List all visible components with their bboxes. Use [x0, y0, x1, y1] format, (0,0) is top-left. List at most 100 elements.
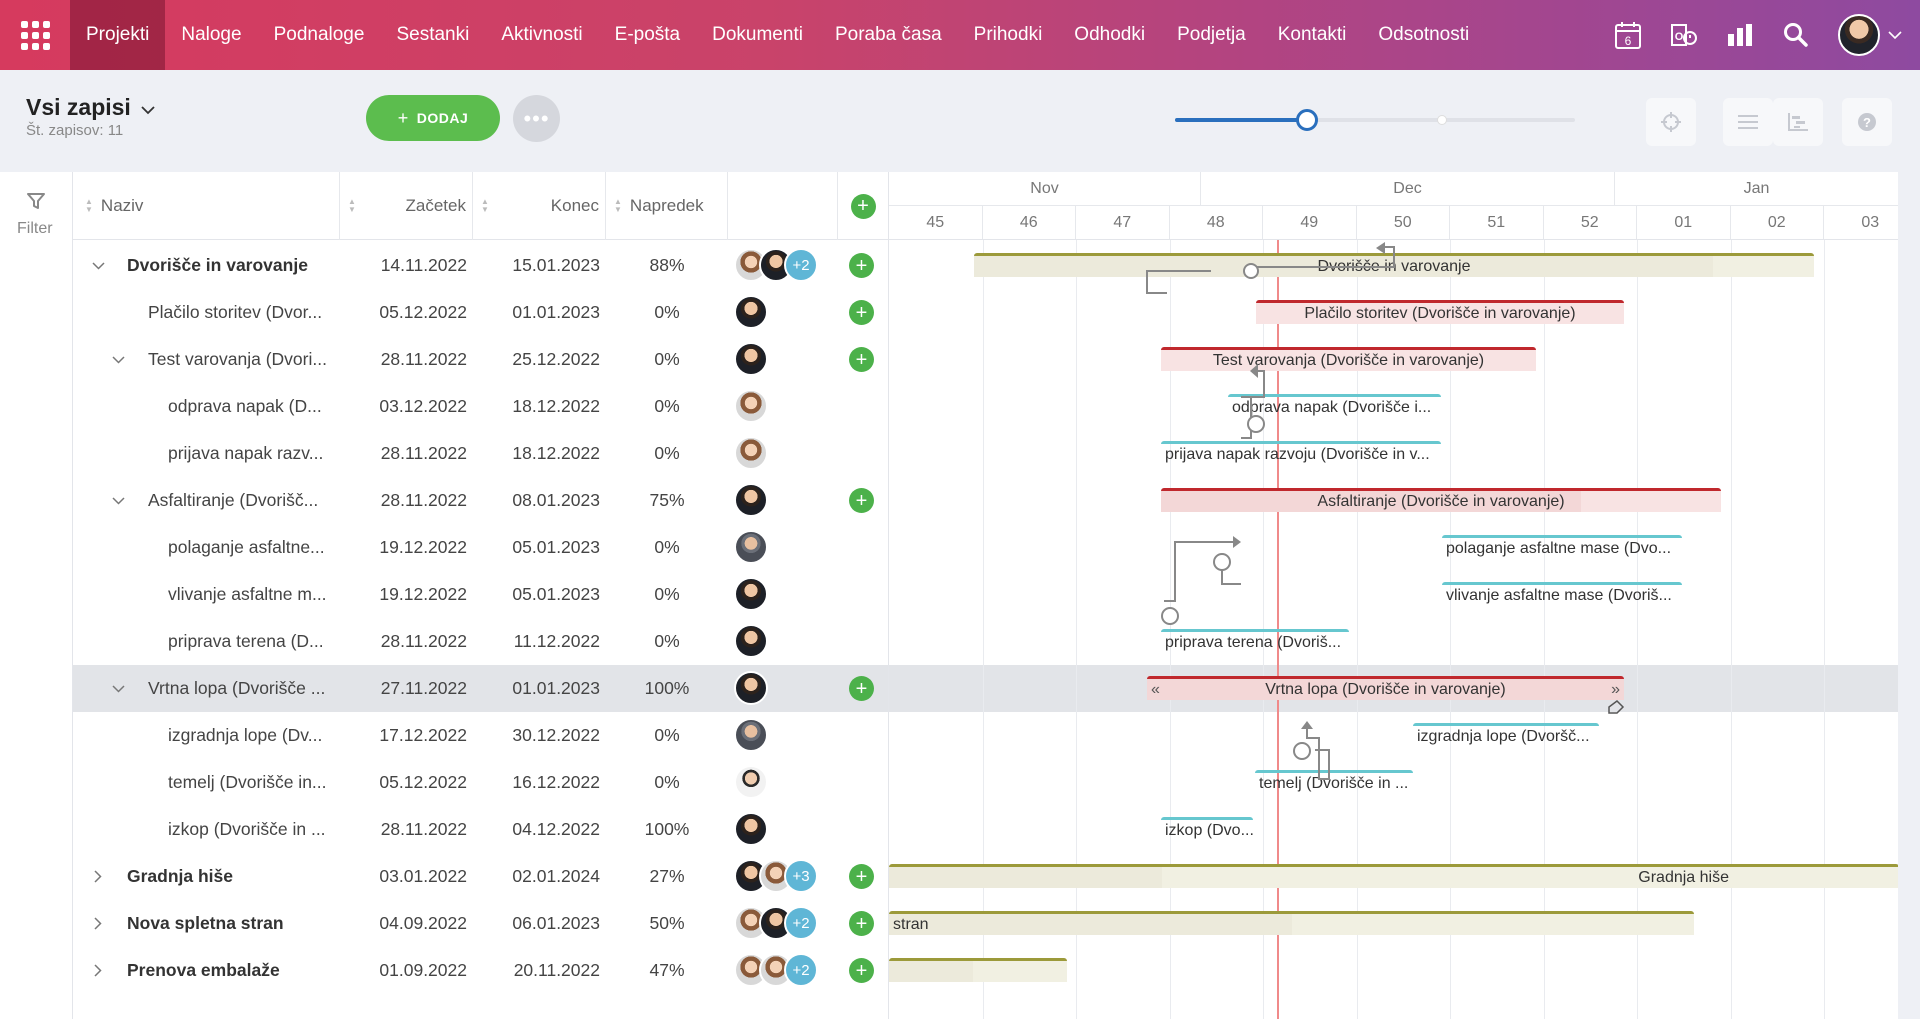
user-avatar[interactable]	[1838, 14, 1880, 56]
assignee-avatars[interactable]	[734, 530, 768, 565]
apps-grid-icon[interactable]	[0, 0, 70, 70]
gantt-bar[interactable]: izkop (Dvo...	[1161, 817, 1253, 841]
resize-right-handle[interactable]: »	[1611, 681, 1620, 699]
task-name[interactable]: priprava terena (D...	[168, 618, 335, 665]
list-view-button[interactable]	[1723, 98, 1773, 146]
chevron-down-icon[interactable]	[108, 477, 128, 524]
gantt-bar[interactable]: Dvorišče in varovanje	[974, 253, 1814, 277]
add-subtask-button[interactable]: +	[849, 300, 874, 325]
avatar[interactable]	[734, 483, 768, 517]
task-name[interactable]: Test varovanja (Dvori...	[148, 336, 335, 383]
add-subtask-button[interactable]: +	[849, 958, 874, 983]
task-name[interactable]: polaganje asfaltne...	[168, 524, 335, 571]
task-name[interactable]: odprava napak (D...	[168, 383, 335, 430]
assignee-avatars[interactable]	[734, 295, 768, 330]
assignee-avatars[interactable]	[734, 577, 768, 612]
chevron-right-icon[interactable]	[88, 853, 108, 900]
nav-item-projekti[interactable]: Projekti	[70, 0, 166, 70]
avatar[interactable]	[734, 342, 768, 376]
gantt-bar[interactable]: izgradnja lope (Dvoršč...	[1413, 723, 1599, 747]
gantt-bar[interactable]: polaganje asfaltne mase (Dvo...	[1442, 535, 1682, 559]
assignee-avatars[interactable]	[734, 436, 768, 471]
task-name[interactable]: Vrtna lopa (Dvorišče ...	[148, 665, 335, 712]
nav-item-aktivnosti[interactable]: Aktivnosti	[485, 0, 598, 70]
assignee-avatars[interactable]: +2	[734, 953, 818, 988]
chevron-down-icon[interactable]	[88, 242, 108, 289]
target-today-button[interactable]	[1646, 98, 1696, 146]
add-subtask-button[interactable]: +	[849, 488, 874, 513]
zoom-slider-stop[interactable]	[1437, 115, 1447, 125]
avatar[interactable]	[734, 624, 768, 658]
more-options-button[interactable]: •••	[513, 95, 560, 142]
gantt-bar[interactable]: Plačilo storitev (Dvorišče in varovanje)	[1256, 300, 1624, 324]
task-name[interactable]: Dvorišče in varovanje	[127, 242, 335, 289]
chevron-down-icon[interactable]	[1888, 27, 1902, 43]
avatar[interactable]	[734, 530, 768, 564]
nav-item-odhodki[interactable]: Odhodki	[1058, 0, 1161, 70]
calendar-icon[interactable]: 6	[1600, 0, 1656, 70]
add-subtask-button[interactable]: +	[849, 911, 874, 936]
avatar[interactable]	[734, 671, 768, 705]
more-assignees-badge[interactable]: +2	[784, 248, 818, 282]
task-name[interactable]: temelj (Dvorišče in...	[168, 759, 335, 806]
nav-item-prihodki[interactable]: Prihodki	[958, 0, 1059, 70]
filter-panel[interactable]: Filter	[0, 172, 73, 1019]
outlook-sync-icon[interactable]: O	[1656, 0, 1712, 70]
nav-item-podjetja[interactable]: Podjetja	[1161, 0, 1262, 70]
add-subtask-button[interactable]: +	[849, 347, 874, 372]
avatar[interactable]	[734, 295, 768, 329]
gantt-bar[interactable]: Test varovanja (Dvorišče in varovanje)	[1161, 347, 1536, 371]
assignee-avatars[interactable]: +2	[734, 248, 818, 283]
nav-item-e-po-ta[interactable]: E-pošta	[599, 0, 696, 70]
task-name[interactable]: Gradnja hiše	[127, 853, 335, 900]
task-name[interactable]: Plačilo storitev (Dvor...	[148, 289, 335, 336]
assignee-avatars[interactable]	[734, 342, 768, 377]
column-header-end[interactable]: ▲ ▼ Konec	[473, 172, 606, 240]
assignee-avatars[interactable]: +3	[734, 859, 818, 894]
search-icon[interactable]	[1768, 0, 1824, 70]
column-header-progress[interactable]: ▲ ▼ Napredek	[606, 172, 728, 240]
avatar[interactable]	[734, 436, 768, 470]
avatar[interactable]	[734, 577, 768, 611]
gantt-bar[interactable]: vlivanje asfaltne mase (Dvoriš...	[1442, 582, 1682, 606]
gantt-view-button[interactable]	[1773, 98, 1823, 146]
gantt-bar[interactable]: odprava napak (Dvorišče i...	[1228, 394, 1441, 418]
add-subtask-button[interactable]: +	[849, 676, 874, 701]
chevron-right-icon[interactable]	[88, 900, 108, 947]
column-header-start[interactable]: ▲ ▼ Začetek	[340, 172, 473, 240]
more-assignees-badge[interactable]: +2	[784, 953, 818, 987]
add-button[interactable]: + DODAJ	[366, 95, 500, 141]
add-subtask-button[interactable]: +	[849, 864, 874, 889]
nav-item-dokumenti[interactable]: Dokumenti	[696, 0, 819, 70]
chevron-down-icon[interactable]	[108, 665, 128, 712]
add-root-button[interactable]: +	[838, 172, 888, 240]
zoom-slider-knob[interactable]	[1296, 109, 1318, 131]
view-selector[interactable]: Vsi zapisi	[26, 94, 155, 121]
gantt-bar[interactable]	[889, 958, 1067, 982]
assignee-avatars[interactable]	[734, 483, 768, 518]
avatar[interactable]	[734, 812, 768, 846]
gantt-bar[interactable]: Asfaltiranje (Dvorišče in varovanje)	[1161, 488, 1721, 512]
assignee-avatars[interactable]	[734, 812, 768, 847]
task-name[interactable]: izkop (Dvorišče in ...	[168, 806, 335, 853]
gantt-bar[interactable]: prijava napak razvoju (Dvorišče in v...	[1161, 441, 1441, 465]
task-name[interactable]: vlivanje asfaltne m...	[168, 571, 335, 618]
chevron-down-icon[interactable]	[108, 336, 128, 383]
nav-item-sestanki[interactable]: Sestanki	[380, 0, 485, 70]
chevron-right-icon[interactable]	[88, 947, 108, 994]
assignee-avatars[interactable]	[734, 389, 768, 424]
task-name[interactable]: Asfaltiranje (Dvorišč...	[148, 477, 335, 524]
assignee-avatars[interactable]	[734, 718, 768, 753]
gantt-bar[interactable]: Gradnja hiše	[889, 864, 1898, 888]
assignee-avatars[interactable]	[734, 624, 768, 659]
resize-left-handle[interactable]: «	[1151, 681, 1160, 699]
nav-item-naloge[interactable]: Naloge	[165, 0, 257, 70]
assignee-avatars[interactable]	[734, 671, 768, 706]
nav-item-odsotnosti[interactable]: Odsotnosti	[1362, 0, 1485, 70]
assignee-avatars[interactable]: +2	[734, 906, 818, 941]
gantt-bar[interactable]: temelj (Dvorišče in ...	[1255, 770, 1413, 794]
gantt-bar[interactable]: « » Vrtna lopa (Dvorišče in varovanje)	[1147, 676, 1624, 700]
column-header-name[interactable]: ▲ ▼ Naziv	[73, 172, 340, 240]
more-assignees-badge[interactable]: +3	[784, 859, 818, 893]
add-subtask-button[interactable]: +	[849, 253, 874, 278]
